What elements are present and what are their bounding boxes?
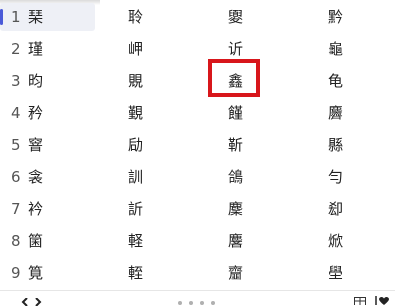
selected-indicator: [0, 9, 3, 25]
candidate-row-8[interactable]: 8 箘: [0, 227, 95, 255]
candidate-char[interactable]: 矜: [28, 104, 43, 122]
candidate-row-5[interactable]: 5 窨: [0, 131, 95, 159]
pager-dots-icon[interactable]: [176, 299, 220, 305]
candidate-cell[interactable]: 焮: [328, 227, 358, 255]
candidate-cell[interactable]: 訢: [128, 195, 158, 223]
candidate-char[interactable]: 麐: [228, 232, 243, 250]
candidate-char[interactable]: 麇: [228, 200, 243, 218]
candidate-char[interactable]: 麡: [328, 104, 343, 122]
candidate-char[interactable]: 勻: [328, 168, 343, 186]
candidate-row-6[interactable]: 6 衾: [0, 163, 95, 191]
candidate-cell[interactable]: 訓: [128, 163, 158, 191]
candidate-cell[interactable]: 縣: [328, 131, 358, 159]
candidate-cell[interactable]: 劶: [128, 131, 158, 159]
candidate-char[interactable]: 䜣: [228, 40, 243, 58]
candidate-number: 6: [11, 168, 21, 186]
candidate-cell[interactable]: 覞: [128, 67, 158, 95]
candidate-row-1[interactable]: 1 琹: [0, 3, 95, 31]
candidate-cell[interactable]: 岬: [128, 35, 158, 63]
candidate-number: 8: [11, 232, 21, 250]
candidate-cell[interactable]: 壆: [328, 259, 358, 287]
candidate-cell[interactable]: 聆: [128, 3, 158, 31]
candidate-cell[interactable]: 齏: [228, 259, 258, 287]
candidate-number: 2: [11, 40, 21, 58]
candidate-char[interactable]: 聆: [128, 8, 143, 26]
highlight-annotation-box: [208, 59, 260, 97]
candidate-char[interactable]: 壆: [328, 264, 343, 282]
heart-icon[interactable]: [375, 296, 389, 305]
candidate-cell[interactable]: 軽: [128, 227, 158, 255]
candidate-cell[interactable]: 夓: [228, 3, 258, 31]
candidate-cell[interactable]: 勻: [328, 163, 358, 191]
candidate-cell[interactable]: 輊: [128, 259, 158, 287]
candidate-cell[interactable]: 麇: [228, 195, 258, 223]
candidate-number: 5: [11, 136, 21, 154]
candidate-char[interactable]: 窨: [28, 136, 43, 154]
candidate-char[interactable]: 筧: [28, 264, 43, 282]
candidate-cell[interactable]: 㕁: [328, 195, 358, 223]
candidate-char[interactable]: 訓: [128, 168, 143, 186]
candidate-cell[interactable]: 覲: [128, 99, 158, 127]
candidate-row-7[interactable]: 7 衿: [0, 195, 95, 223]
candidate-char[interactable]: 黔: [328, 8, 343, 26]
candidate-number: 4: [11, 104, 21, 122]
candidate-number: 7: [11, 200, 21, 218]
candidate-number: 1: [11, 8, 21, 26]
candidate-char[interactable]: 焮: [328, 232, 343, 250]
candidate-char[interactable]: 衿: [28, 200, 43, 218]
candidate-row-9[interactable]: 9 筧: [0, 259, 95, 287]
candidate-char[interactable]: 饉: [228, 104, 243, 122]
candidate-number: 3: [11, 72, 21, 90]
candidate-number: 9: [11, 264, 21, 282]
grid-icon[interactable]: [354, 297, 366, 305]
candidate-char[interactable]: 瑾: [28, 40, 43, 58]
candidate-row-3[interactable]: 3 昀: [0, 67, 95, 95]
candidate-char[interactable]: 衾: [28, 168, 43, 186]
candidate-char[interactable]: 齏: [228, 264, 243, 282]
candidate-char[interactable]: 龜: [328, 40, 343, 58]
candidate-cell[interactable]: 靳: [228, 131, 258, 159]
candidate-char[interactable]: 輊: [128, 264, 143, 282]
candidate-cell[interactable]: 麐: [228, 227, 258, 255]
candidate-char[interactable]: 訢: [128, 200, 143, 218]
candidate-panel: 1 琹 聆 夓 黔 2 瑾 岬 䜣 龜 3 昀 覞 鑫 龟 4 矜 覲 饉 麡 …: [0, 0, 395, 306]
candidate-char[interactable]: 㕁: [328, 200, 343, 218]
candidate-char[interactable]: 覲: [128, 104, 143, 122]
candidate-row-4[interactable]: 4 矜: [0, 99, 95, 127]
candidate-char[interactable]: 縣: [328, 136, 343, 154]
candidate-cell[interactable]: 龟: [328, 67, 358, 95]
candidate-char[interactable]: 箘: [28, 232, 43, 250]
candidate-cell[interactable]: 饉: [228, 99, 258, 127]
candidate-char[interactable]: 軽: [128, 232, 143, 250]
candidate-char[interactable]: 龟: [328, 72, 343, 90]
candidate-char[interactable]: 靳: [228, 136, 243, 154]
candidate-char[interactable]: 覞: [128, 72, 143, 90]
candidate-cell[interactable]: 黔: [328, 3, 358, 31]
candidate-char[interactable]: 鴿: [228, 168, 243, 186]
candidate-char[interactable]: 夓: [228, 8, 243, 26]
candidate-cell[interactable]: 麡: [328, 99, 358, 127]
candidate-char[interactable]: 劶: [128, 136, 143, 154]
candidate-char[interactable]: 昀: [28, 72, 43, 90]
candidate-char[interactable]: 岬: [128, 40, 143, 58]
candidate-cell[interactable]: 鴿: [228, 163, 258, 191]
candidate-cell[interactable]: 龜: [328, 35, 358, 63]
candidate-row-2[interactable]: 2 瑾: [0, 35, 95, 63]
candidate-char[interactable]: 琹: [28, 8, 43, 26]
